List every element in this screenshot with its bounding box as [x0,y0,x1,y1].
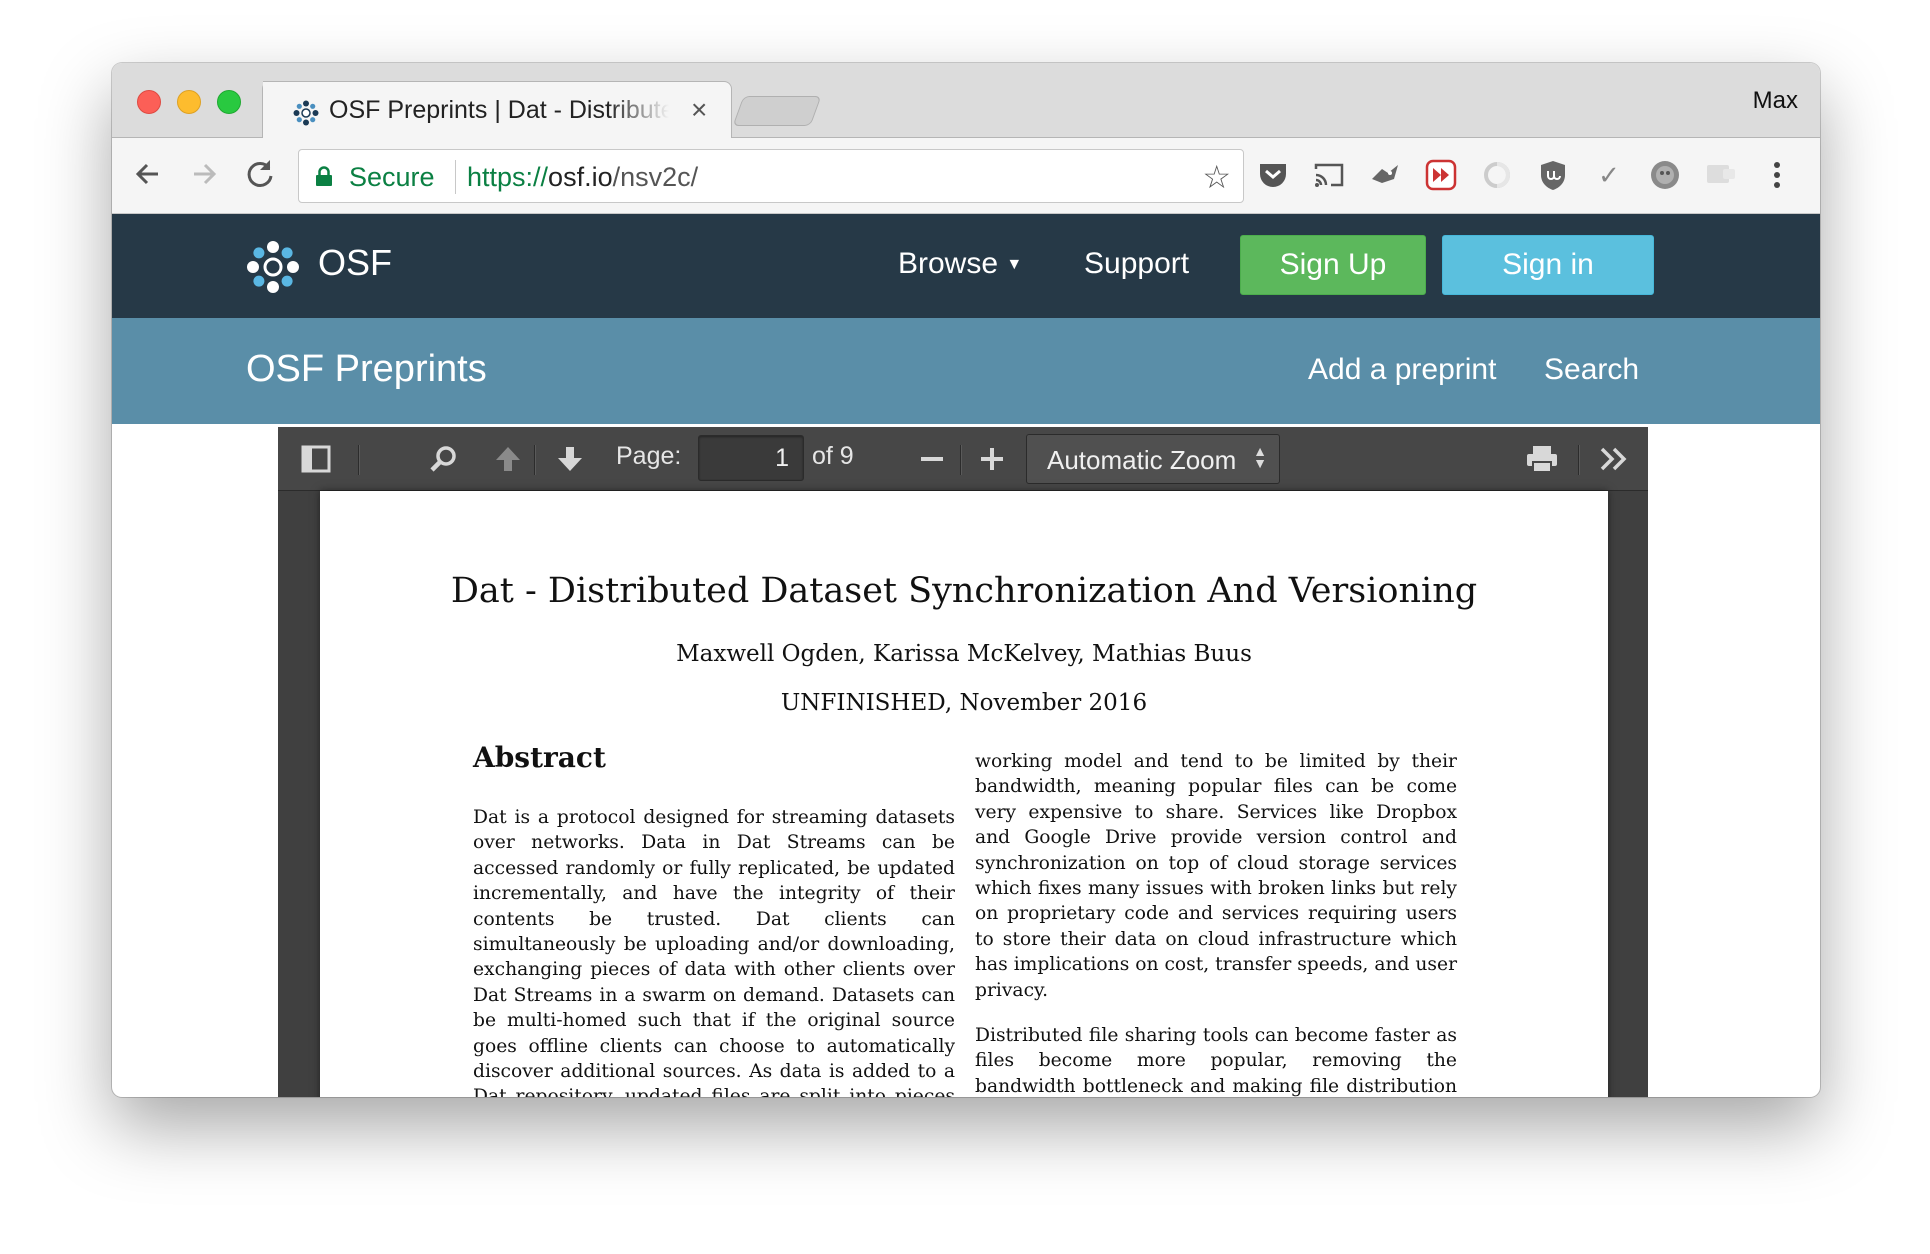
url-host: osf.io [548,162,613,192]
left-column: Dat is a protocol designed for streaming… [473,805,955,1097]
previous-page-icon[interactable] [490,441,526,477]
preprints-brand[interactable]: OSF Preprints [246,348,487,391]
sidebar-toggle-icon[interactable] [298,441,334,477]
star-icon[interactable]: ☆ [1202,158,1231,196]
caret-down-icon: ▼ [1006,256,1023,274]
url-text[interactable]: https://osf.io/nsv2c/ [467,162,698,193]
reload-icon[interactable] [240,154,280,194]
browser-window: OSF Preprints | Dat - Distributed × Max … [112,63,1820,1097]
browse-label: Browse [898,247,999,280]
close-window-button[interactable] [137,90,161,114]
pocket-icon[interactable] [1256,158,1290,192]
forward-icon[interactable] [184,154,224,194]
toolbar-separator [1578,445,1579,475]
avatar-icon[interactable] [1648,158,1682,192]
minimize-window-button[interactable] [177,90,201,114]
page-count: of 9 [812,442,854,470]
body-paragraph: Distributed file sharing tools can becom… [975,1025,1457,1097]
address-bar[interactable]: Secure https://osf.io/nsv2c/ ☆ [298,149,1244,203]
more-vert-icon[interactable] [1760,158,1794,192]
tab-strip: OSF Preprints | Dat - Distributed × Max [112,63,1820,139]
toolbar-separator [358,445,359,475]
tools-menu-icon[interactable] [1596,441,1632,477]
print-icon[interactable] [1524,441,1560,477]
abstract-paragraph: Dat is a protocol designed for streaming… [473,807,955,1097]
support-link[interactable]: Support [1084,247,1189,281]
browse-menu[interactable]: Browse ▼ [898,247,1022,281]
sign-in-button[interactable]: Sign in [1442,235,1654,295]
add-preprint-link[interactable]: Add a preprint [1308,353,1496,387]
osf-navbar: OSF Browse ▼ Support Sign Up Sign in [112,214,1820,318]
extension-icon[interactable] [1480,158,1514,192]
pdf-toolbar: Page: 1 of 9 Automatic Zoom ▲ ▼ [278,427,1648,491]
profile-name[interactable]: Max [1753,87,1798,115]
screenshot-background: OSF Preprints | Dat - Distributed × Max … [0,0,1930,1254]
extension-icon[interactable] [1704,158,1738,192]
new-tab-button[interactable] [732,96,822,126]
tab-close-icon[interactable]: × [691,94,707,126]
ublock-icon[interactable] [1536,158,1570,192]
zoom-value: Automatic Zoom [1047,445,1237,475]
search-link[interactable]: Search [1544,353,1639,387]
next-page-icon[interactable] [552,441,588,477]
secure-label: Secure [349,162,435,192]
browser-toolbar: Secure https://osf.io/nsv2c/ ☆ ✓ [112,138,1820,214]
search-icon[interactable] [426,441,462,477]
preprints-navbar: OSF Preprints Add a preprint Search [112,318,1820,424]
document-authors: Maxwell Ogden, Karissa McKelvey, Mathias… [676,641,1252,667]
sign-up-button[interactable]: Sign Up [1240,235,1426,295]
cast-icon[interactable] [1312,158,1346,192]
back-icon[interactable] [128,154,168,194]
document-date: UNFINISHED, November 2016 [780,690,1148,716]
document-title: Dat - Distributed Dataset Synchronizatio… [450,571,1478,611]
lock-icon [316,166,332,186]
abstract-heading: Abstract [473,741,606,774]
url-scheme: https:// [467,162,549,192]
url-path: /nsv2c/ [612,162,699,192]
zoom-out-icon[interactable] [914,441,950,477]
zoom-select[interactable]: Automatic Zoom ▲ ▼ [1026,434,1280,484]
select-arrows-icon: ▲ ▼ [1253,443,1267,471]
check-icon[interactable]: ✓ [1592,158,1626,192]
toolbar-separator [534,445,535,475]
body-paragraph: working model and tend to be limited by … [975,751,1458,1001]
tab-title: OSF Preprints | Dat - Distributed [329,96,669,124]
osf-brand[interactable]: OSF [318,242,392,284]
right-column: working model and tend to be limited by … [975,749,1457,1097]
extension-icon[interactable] [1368,158,1402,192]
toolbar-separator [960,445,961,475]
pdf-viewer: Page: 1 of 9 Automatic Zoom ▲ ▼ Dat - Di… [278,427,1648,1097]
maximize-window-button[interactable] [217,90,241,114]
osf-logo-icon[interactable] [246,240,300,294]
tab-active[interactable]: OSF Preprints | Dat - Distributed × [262,81,732,139]
page-number-input[interactable]: 1 [698,435,804,481]
osf-favicon-icon [293,100,319,126]
video-speed-icon[interactable] [1424,158,1458,192]
pdf-page: Dat - Distributed Dataset Synchronizatio… [320,491,1608,1097]
page-label: Page: [616,442,682,470]
zoom-in-icon[interactable] [974,441,1010,477]
omnibox-divider [455,160,456,194]
